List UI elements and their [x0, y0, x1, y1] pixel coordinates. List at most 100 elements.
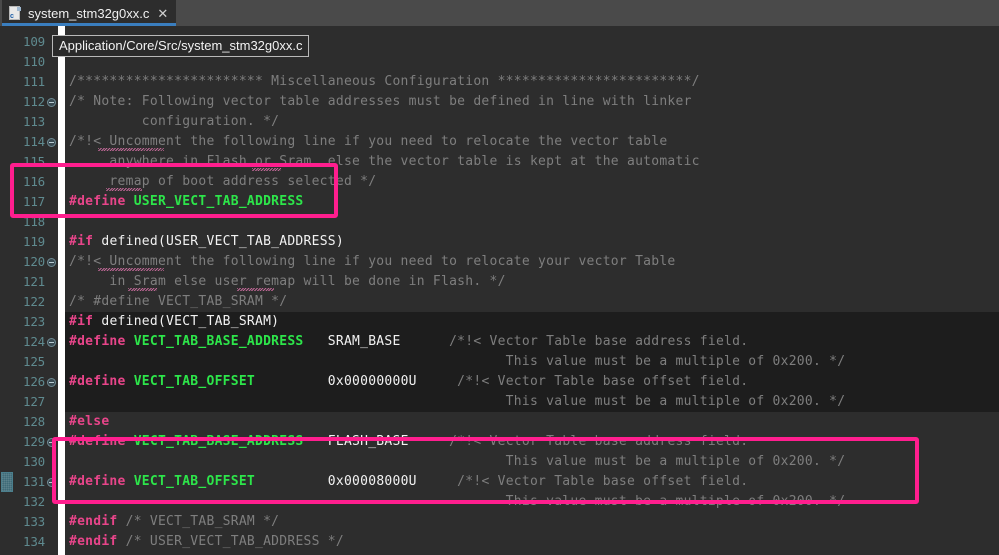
spellcheck-squiggle	[127, 288, 157, 291]
fold-collapse-icon[interactable]	[47, 92, 57, 112]
code-line[interactable]: #if defined(USER_VECT_TAB_ADDRESS)	[69, 232, 344, 252]
code-line[interactable]: #if defined(VECT_TAB_SRAM)	[69, 312, 279, 332]
line-number: 121	[23, 274, 45, 289]
code-token: remap of boot address selected */	[69, 174, 377, 189]
fold-collapse-icon[interactable]	[47, 432, 57, 452]
fold-collapse-icon[interactable]	[47, 332, 57, 352]
code-token: #define	[69, 434, 126, 449]
code-line[interactable]: /*********************** Miscellaneous C…	[69, 72, 700, 92]
code-token: /*!< Vector Table base address field.	[400, 334, 749, 349]
file-badge-label: c	[10, 12, 14, 20]
code-line[interactable]: #define VECT_TAB_BASE_ADDRESS SRAM_BASE …	[69, 332, 748, 352]
code-token: 0x00000000U	[255, 374, 417, 389]
spellcheck-squiggle	[105, 188, 143, 191]
code-line[interactable]: This value must be a multiple of 0x200. …	[69, 392, 845, 412]
close-icon[interactable]: ✕	[157, 7, 168, 20]
fold-collapse-icon[interactable]	[47, 372, 57, 392]
line-number: 124	[23, 334, 45, 349]
code-token: /* Note: Following vector table addresse…	[69, 94, 692, 109]
file-path-tooltip: Application/Core/Src/system_stm32g0xx.c	[52, 35, 310, 57]
line-number: 127	[23, 394, 45, 409]
line-number: 117	[23, 194, 45, 209]
code-line[interactable]: This value must be a multiple of 0x200. …	[69, 492, 845, 512]
tab-label: system_stm32g0xx.c	[28, 5, 150, 21]
line-number: 120	[23, 254, 45, 269]
code-token: /*!< Vector Table base offset field.	[416, 374, 749, 389]
code-token: /*!< Vector Table base address field.	[408, 434, 749, 449]
code-token: This value must be a multiple of 0x200. …	[69, 454, 846, 469]
line-number: 129	[23, 434, 45, 449]
code-token: FLASH_BASE	[303, 434, 409, 449]
line-number: 128	[23, 414, 45, 429]
code-line[interactable]: /* Note: Following vector table addresse…	[69, 92, 692, 112]
code-folding-column[interactable]	[46, 26, 58, 555]
line-number: 109	[23, 34, 45, 49]
code-line[interactable]: This value must be a multiple of 0x200. …	[69, 452, 845, 472]
code-token: #endif	[69, 514, 118, 529]
code-token: This value must be a multiple of 0x200. …	[69, 494, 846, 509]
code-line[interactable]: #define VECT_TAB_OFFSET 0x00008000U /*!<…	[69, 472, 748, 492]
line-number: 122	[23, 294, 45, 309]
line-number: 130	[23, 454, 45, 469]
code-line[interactable]: #define USER_VECT_TAB_ADDRESS	[69, 192, 304, 212]
code-token: /*!< Uncomment the following line if you…	[69, 134, 668, 149]
editor-body[interactable]: 109 110 111 112 113 114 115 116 117 118 119 120 121 1…	[0, 26, 999, 555]
code-line[interactable]: #else	[69, 412, 109, 432]
line-number: 119	[23, 234, 45, 249]
spellcheck-squiggle	[98, 148, 165, 151]
code-token: VECT_TAB_OFFSET	[133, 474, 256, 489]
code-line[interactable]: #define VECT_TAB_OFFSET 0x00000000U /*!<…	[69, 372, 748, 392]
occurrence-marker[interactable]	[1, 472, 13, 492]
code-line[interactable]: anywhere in Flash or Sram, else the vect…	[69, 152, 700, 172]
code-token: /* #define VECT_TAB_SRAM */	[69, 294, 288, 309]
code-token: This value must be a multiple of 0x200. …	[69, 354, 846, 369]
code-token: defined(VECT_TAB_SRAM)	[93, 314, 280, 329]
fold-collapse-icon[interactable]	[47, 472, 57, 492]
code-token: in Sram else user remap will be done in …	[69, 274, 506, 289]
code-token: /*!< Vector Table base offset field.	[416, 474, 749, 489]
line-number: 115	[23, 154, 45, 169]
code-token: USER_VECT_TAB_ADDRESS	[133, 194, 304, 209]
code-token: /*********************** Miscellaneous C…	[69, 74, 700, 89]
code-editor-window: c system_stm32g0xx.c ✕ 109 110 111 112 113 11…	[0, 0, 999, 555]
code-token: #if	[69, 234, 94, 249]
line-number: 131	[23, 474, 45, 489]
code-token: /*!< Uncomment the following line if you…	[69, 254, 676, 269]
spellcheck-squiggle	[98, 268, 165, 271]
code-token: /* VECT_TAB_SRAM */	[117, 514, 280, 529]
code-token: /* USER_VECT_TAB_ADDRESS */	[117, 534, 344, 549]
code-line[interactable]: configuration. */	[69, 112, 279, 132]
line-number: 118	[23, 214, 45, 229]
fold-collapse-icon[interactable]	[47, 252, 57, 272]
code-token: 0x00008000U	[255, 474, 417, 489]
code-token: VECT_TAB_OFFSET	[133, 374, 256, 389]
code-line[interactable]: #endif /* VECT_TAB_SRAM */	[69, 512, 279, 532]
code-line[interactable]: #endif /* USER_VECT_TAB_ADDRESS */	[69, 532, 344, 552]
code-token: #define	[69, 334, 126, 349]
fold-collapse-icon[interactable]	[47, 132, 57, 152]
code-token: #if	[69, 314, 94, 329]
line-number: 133	[23, 514, 45, 529]
code-line[interactable]: #define VECT_TAB_BASE_ADDRESS FLASH_BASE…	[69, 432, 748, 452]
code-token: #else	[69, 414, 110, 429]
code-token: #endif	[69, 534, 118, 549]
code-line[interactable]: /* #define VECT_TAB_SRAM */	[69, 292, 287, 312]
line-number: 134	[23, 534, 45, 549]
line-number: 113	[23, 114, 45, 129]
code-line[interactable]: This value must be a multiple of 0x200. …	[69, 352, 845, 372]
line-number: 112	[23, 94, 45, 109]
line-number: 111	[23, 74, 45, 89]
spellcheck-squiggle	[237, 288, 274, 291]
code-token: #define	[69, 194, 126, 209]
change-bar	[58, 26, 65, 555]
line-number: 110	[23, 54, 45, 69]
code-text-area[interactable]: *//*********************** Miscellaneous…	[65, 26, 999, 555]
line-number: 123	[23, 314, 45, 329]
line-number-gutter: 109 110 111 112 113 114 115 116 117 118 119 120 121 1…	[14, 26, 46, 555]
code-token: anywhere in Flash or Sram, else the vect…	[69, 154, 700, 169]
